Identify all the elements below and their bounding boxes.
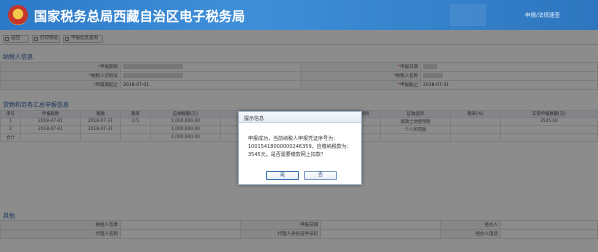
dialog-header: 提示信息 [239,112,361,123]
confirm-button[interactable]: 是 [266,171,299,180]
tax-emblem-icon [8,5,28,25]
dialog-title: 提示信息 [244,116,265,122]
header-nav-area [450,4,486,26]
success-dialog: 提示信息 申报成功，当前纳税人申报凭证序号为：10015418000000246… [238,111,362,185]
site-title: 国家税务总局西藏自治区电子税务局 [34,10,246,25]
site-header: 国家税务总局西藏自治区电子税务局 申报/法规速查 [0,0,598,30]
cancel-button[interactable]: 否 [304,171,337,180]
dialog-message: 申报成功，当前纳税人申报凭证序号为：10015418000000246359，应… [248,136,352,158]
header-link[interactable]: 申报/法规速查 [525,11,560,19]
